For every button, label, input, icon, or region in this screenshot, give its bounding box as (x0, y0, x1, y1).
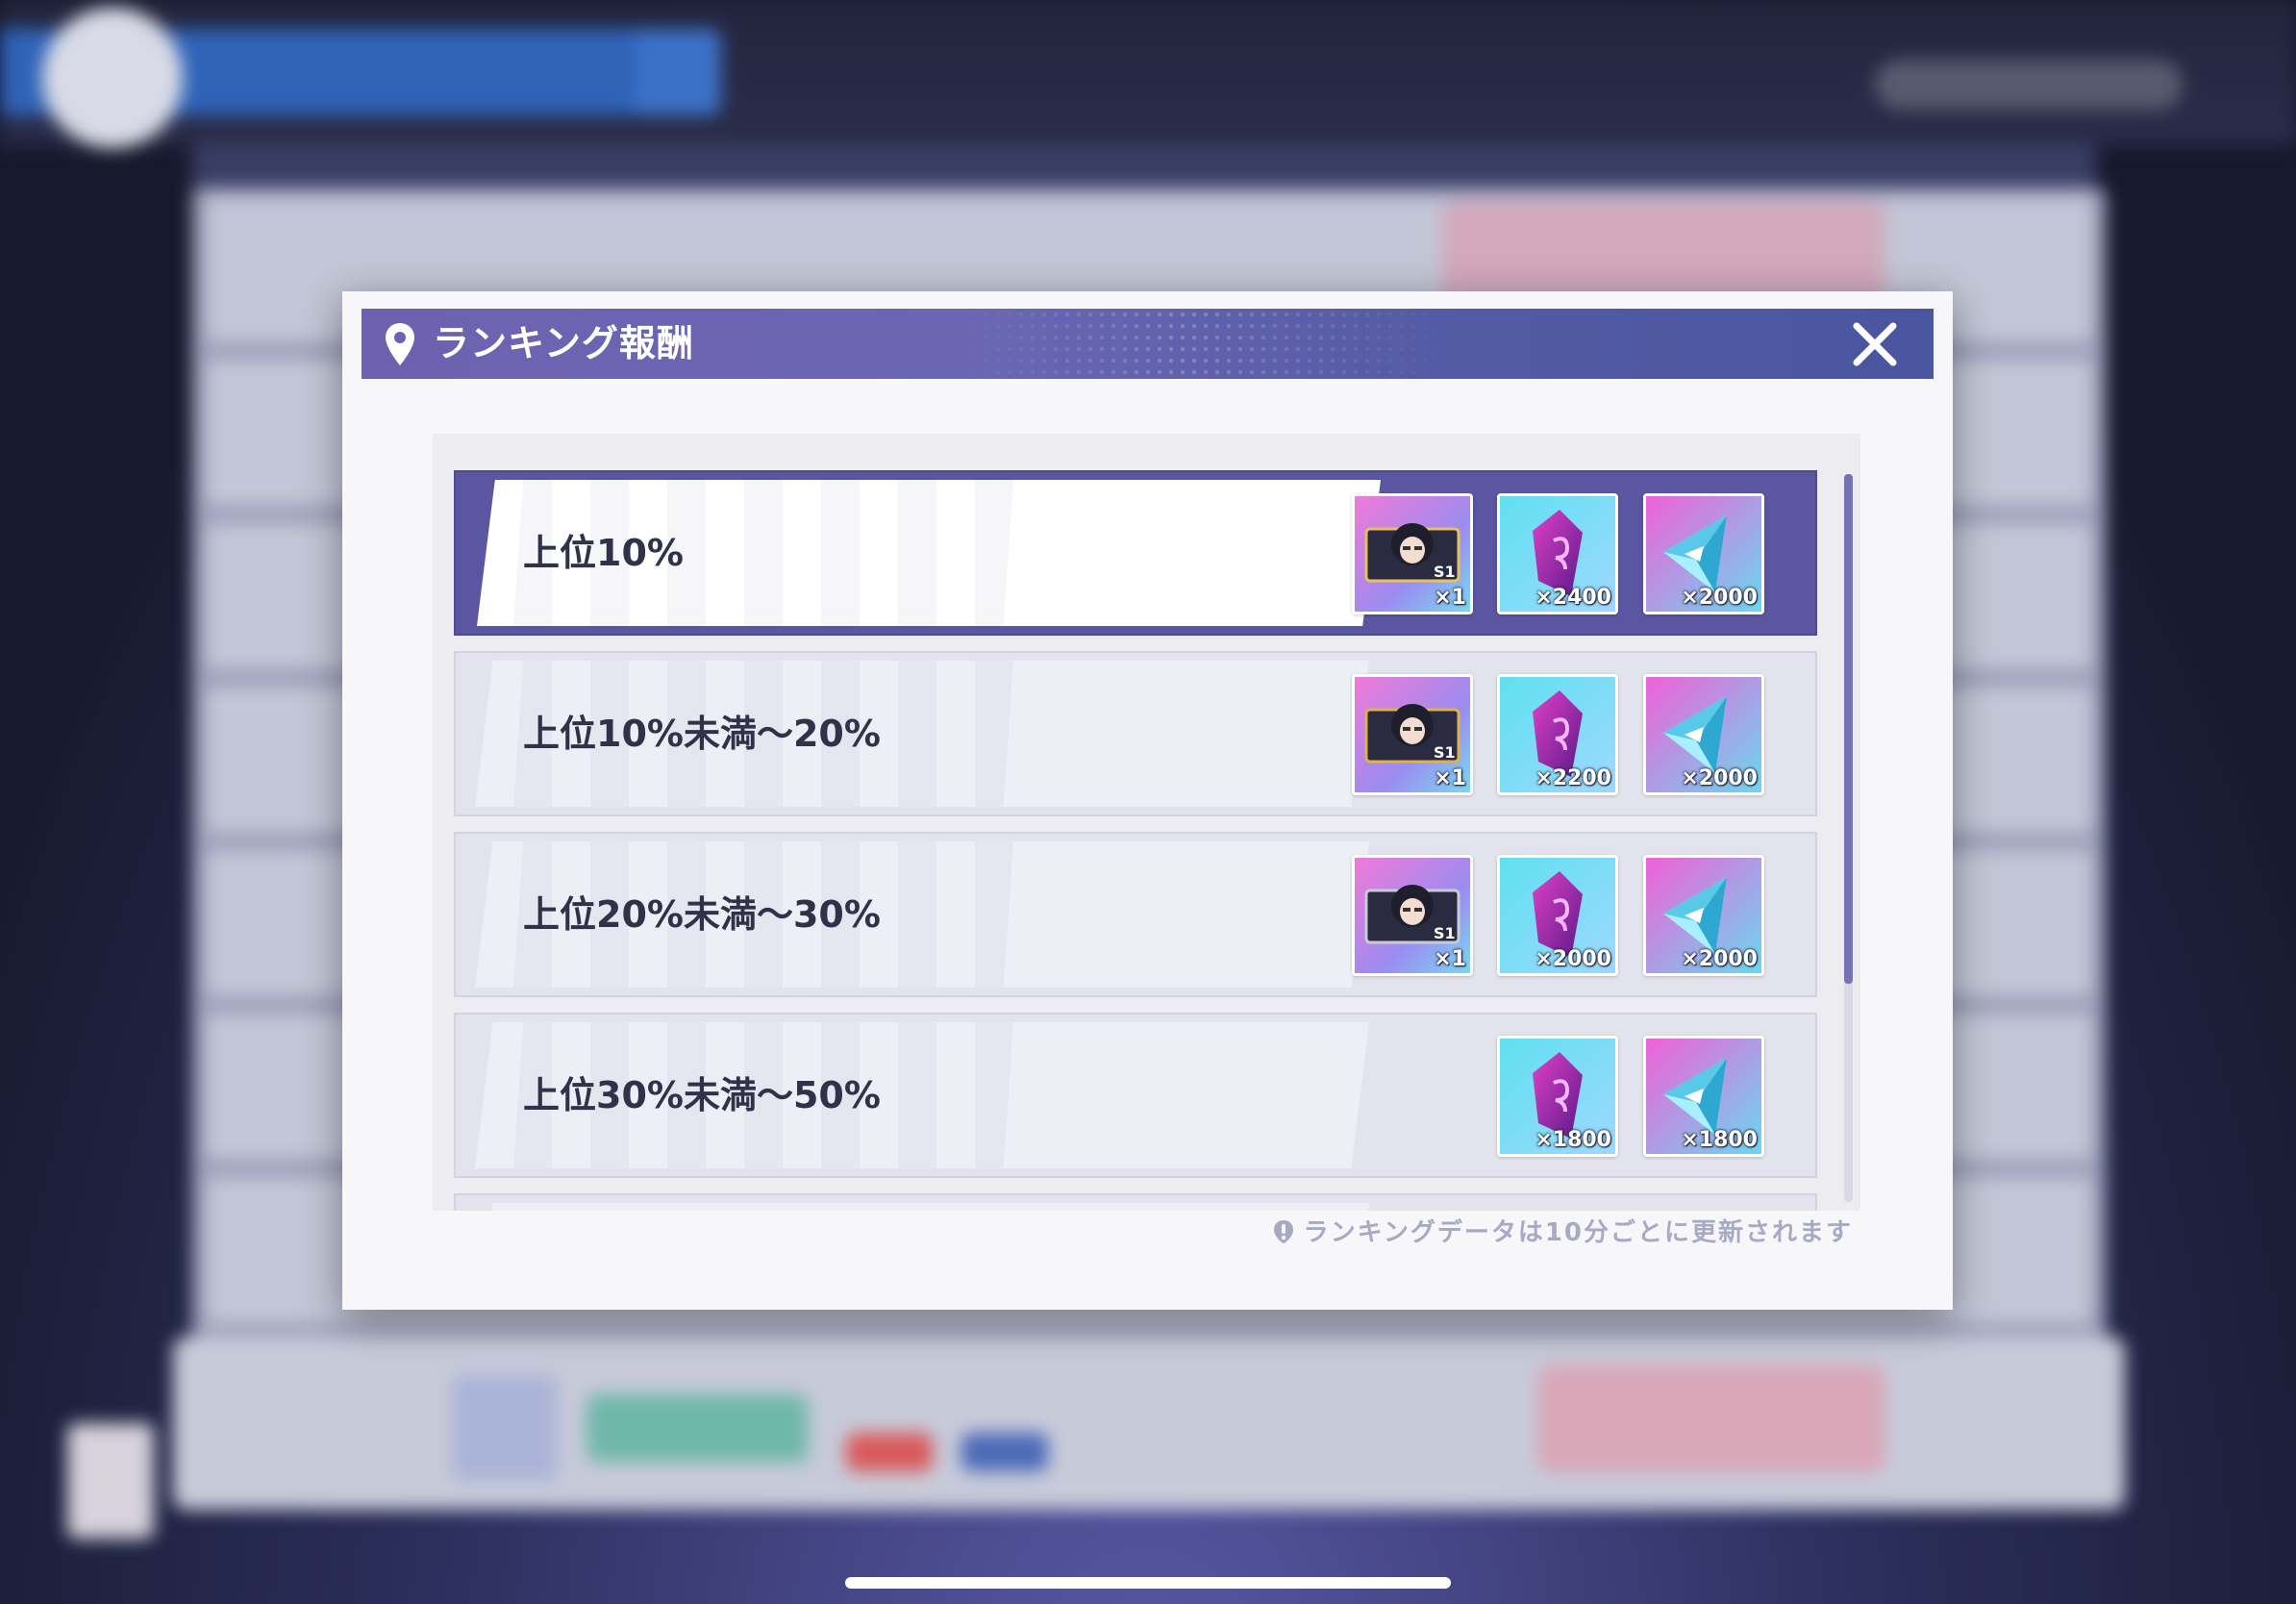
reward-quantity: ×2000 (1681, 947, 1758, 971)
rank-row-partial (454, 1193, 1817, 1211)
rank-label: 上位10%未満～20% (523, 713, 881, 755)
reward-quantity: ×2000 (1681, 766, 1758, 790)
reward-quantity: ×1 (1434, 766, 1466, 790)
rank-label: 上位10% (523, 532, 684, 574)
reward-quantity: ×1 (1434, 947, 1466, 971)
reward-character-card[interactable]: S1 ×1 (1352, 674, 1473, 795)
background-chip (586, 1394, 808, 1462)
rank-label: 上位30%未満～50% (523, 1074, 881, 1116)
update-note-text: ランキングデータは10分ごとに更新されます (1303, 1218, 1853, 1247)
svg-text:S1: S1 (1434, 563, 1456, 581)
reward-cyan-prism[interactable]: ×1800 (1643, 1036, 1764, 1157)
background-chip (961, 1433, 1048, 1471)
close-button[interactable] (1849, 318, 1901, 370)
scrollbar-thumb[interactable] (1844, 474, 1853, 984)
rank-row-top-30-50: 上位30%未満～50% ×1800 ×1800 (454, 1013, 1817, 1178)
home-indicator[interactable] (845, 1577, 1451, 1589)
location-pin-icon (386, 323, 414, 365)
reward-quantity: ×1800 (1535, 1128, 1611, 1152)
rank-label-ribbon (475, 1203, 1369, 1211)
background-chip (1538, 1366, 1884, 1471)
reward-cyan-prism[interactable]: ×2000 (1643, 855, 1764, 976)
background-title-button (635, 29, 721, 115)
background-tabs (192, 144, 2096, 192)
reward-quantity: ×2000 (1535, 947, 1611, 971)
reward-quantity: ×2400 (1535, 586, 1611, 610)
list-scrollbar[interactable] (1844, 474, 1853, 1202)
reward-purple-crystal[interactable]: ×2000 (1497, 855, 1618, 976)
rank-row-top-20-30: 上位20%未満～30% S1 ×1 ×2000 ×2000 (454, 832, 1817, 997)
ranking-reward-dialog: ランキング報酬 上位10% S1 ×1 ×2400 ×2000 上位10%未満～… (342, 291, 1953, 1310)
reward-list[interactable]: 上位10% S1 ×1 ×2400 ×2000 上位10%未満～20% S1 ×… (433, 434, 1860, 1211)
reward-quantity: ×1800 (1681, 1128, 1758, 1152)
dialog-header: ランキング報酬 (362, 309, 1934, 379)
reward-quantity: ×2200 (1535, 766, 1611, 790)
background-chip (452, 1375, 558, 1481)
reward-purple-crystal[interactable]: ×2400 (1497, 493, 1618, 614)
background-chip (67, 1423, 154, 1539)
reward-character-card[interactable]: S1 ×1 (1352, 493, 1473, 614)
background-chip (846, 1433, 933, 1471)
svg-text:S1: S1 (1434, 743, 1456, 762)
update-note: ランキングデータは10分ごとに更新されます (1271, 1213, 1853, 1248)
reward-character-card[interactable]: S1 ×1 (1352, 855, 1473, 976)
background-back-button (42, 8, 183, 148)
background-top-right-pill (1875, 60, 2183, 110)
reward-quantity: ×1 (1434, 586, 1466, 610)
svg-text:S1: S1 (1434, 924, 1456, 942)
reward-purple-crystal[interactable]: ×2200 (1497, 674, 1618, 795)
reward-quantity: ×2000 (1681, 586, 1758, 610)
info-alert-icon (1273, 1220, 1293, 1243)
reward-cyan-prism[interactable]: ×2000 (1643, 674, 1764, 795)
reward-purple-crystal[interactable]: ×1800 (1497, 1036, 1618, 1157)
background-chip (1442, 202, 1884, 298)
header-dot-pattern (958, 309, 1458, 379)
rank-row-top-10: 上位10% S1 ×1 ×2400 ×2000 (454, 470, 1817, 636)
reward-cyan-prism[interactable]: ×2000 (1643, 493, 1764, 614)
rank-row-top-10-20: 上位10%未満～20% S1 ×1 ×2200 ×2000 (454, 651, 1817, 816)
rank-label: 上位20%未満～30% (523, 893, 881, 936)
dialog-title: ランキング報酬 (433, 322, 694, 364)
